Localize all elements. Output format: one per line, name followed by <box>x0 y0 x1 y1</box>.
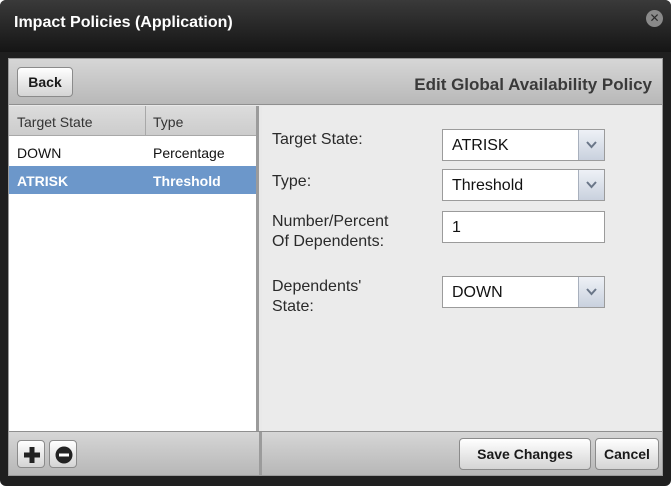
list-header: Target State Type <box>9 106 256 136</box>
target-state-label: Target State: <box>272 131 363 148</box>
number-percent-label-line2: Of Dependents: <box>272 233 385 250</box>
target-state-select[interactable]: ATRISK <box>442 129 605 161</box>
window-title: Impact Policies (Application) <box>14 14 233 31</box>
column-header-type[interactable]: Type <box>153 114 183 130</box>
list-row-selected[interactable]: ATRISK Threshold <box>9 166 256 194</box>
number-percent-label-line1: Number/Percent <box>272 213 389 230</box>
policy-list: Target State Type DOWN Percentage ATRISK… <box>9 106 259 431</box>
remove-button[interactable] <box>49 440 77 468</box>
dependents-state-select[interactable]: DOWN <box>442 276 605 308</box>
type-select[interactable]: Threshold <box>442 169 605 201</box>
title-bar: Impact Policies (Application) ✕ <box>0 0 671 52</box>
page-title: Edit Global Availability Policy <box>414 75 652 94</box>
toolbar: Back Edit Global Availability Policy <box>9 59 662 105</box>
back-button[interactable]: Back <box>17 67 73 97</box>
number-percent-value: 1 <box>452 219 461 236</box>
chevron-down-icon[interactable] <box>578 170 604 200</box>
row-target-state: DOWN <box>17 145 62 161</box>
dialog-body: Back Edit Global Availability Policy Tar… <box>8 58 663 476</box>
dependents-state-value: DOWN <box>452 284 503 301</box>
minus-icon <box>55 446 73 464</box>
cancel-button[interactable]: Cancel <box>595 438 659 470</box>
dependents-state-label-line1: Dependents' <box>272 278 362 295</box>
chevron-down-icon[interactable] <box>578 277 604 307</box>
close-icon[interactable]: ✕ <box>646 10 663 27</box>
impact-policies-dialog: Impact Policies (Application) ✕ Back Edi… <box>0 0 671 486</box>
type-value: Threshold <box>452 177 524 194</box>
column-header-target-state[interactable]: Target State <box>17 114 93 130</box>
target-state-value: ATRISK <box>452 137 509 154</box>
row-type: Threshold <box>153 173 221 189</box>
dependents-state-label-line2: State: <box>272 298 314 315</box>
policy-form: Target State: ATRISK Type: Threshold Num… <box>262 106 662 431</box>
add-button[interactable] <box>17 440 45 468</box>
footer-divider <box>259 432 262 476</box>
row-type: Percentage <box>153 145 225 161</box>
type-label: Type: <box>272 173 312 190</box>
number-percent-input[interactable]: 1 <box>442 211 605 243</box>
footer-bar: Save Changes Cancel <box>9 431 662 476</box>
chevron-down-icon[interactable] <box>578 130 604 160</box>
plus-icon <box>24 447 40 463</box>
list-row[interactable]: DOWN Percentage <box>9 138 256 166</box>
row-target-state: ATRISK <box>17 173 69 189</box>
save-changes-button[interactable]: Save Changes <box>459 438 591 470</box>
column-divider <box>145 106 146 136</box>
